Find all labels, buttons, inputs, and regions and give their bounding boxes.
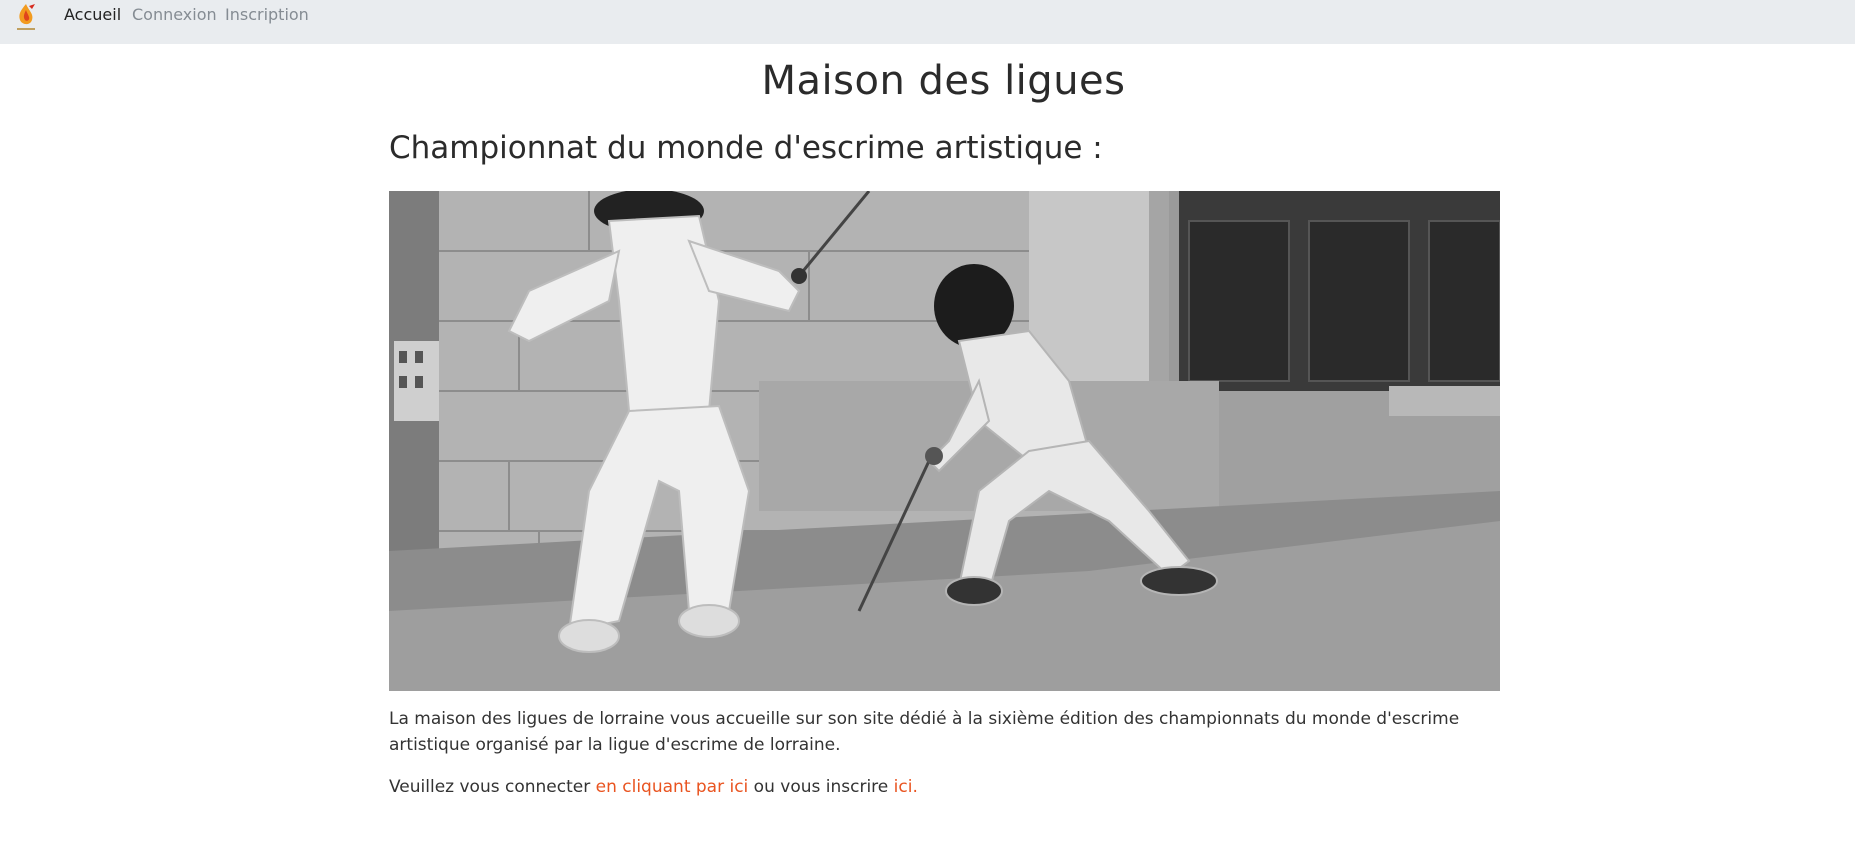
login-prompt: Veuillez vous connecter en cliquant par …: [389, 774, 918, 800]
login-prefix: Veuillez vous connecter: [389, 777, 596, 797]
section-title: Championnat du monde d'escrime artistiqu…: [389, 130, 1103, 166]
login-link[interactable]: en cliquant par ici: [596, 777, 749, 797]
hero-image: [389, 191, 1500, 691]
page-title: Maison des ligues: [761, 58, 1126, 104]
nav-link-accueil[interactable]: Accueil: [64, 5, 121, 25]
nav-link-inscription[interactable]: Inscription: [225, 5, 309, 25]
fencing-photo: [389, 191, 1500, 691]
navbar: Accueil Connexion Inscription: [0, 0, 1855, 44]
intro-paragraph: La maison des ligues de lorraine vous ac…: [389, 709, 1460, 755]
nav-link-connexion[interactable]: Connexion: [132, 5, 217, 25]
register-prefix: ou vous inscrire: [748, 777, 894, 797]
league-flame-logo-icon[interactable]: [14, 2, 38, 32]
register-link[interactable]: ici.: [894, 777, 918, 797]
